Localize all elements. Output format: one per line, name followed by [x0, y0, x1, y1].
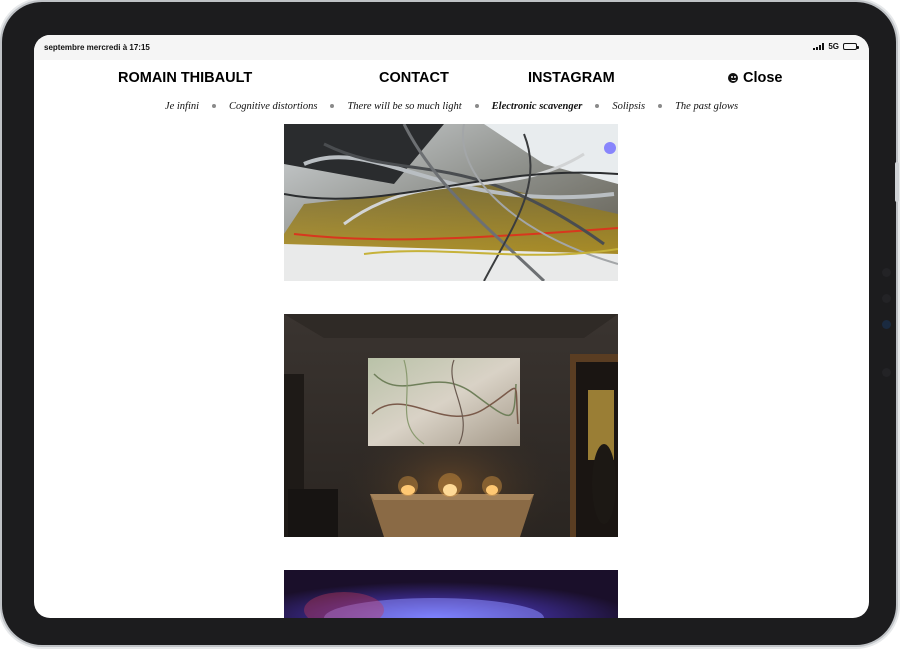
- separator-dot: [474, 104, 479, 108]
- gallery-image-blue-light[interactable]: [284, 570, 618, 618]
- sensor-dot: [882, 294, 891, 303]
- screen: septembre mercredi à 17:15 5G ROMAIN THI…: [34, 35, 869, 618]
- tablet-frame: septembre mercredi à 17:15 5G ROMAIN THI…: [2, 2, 899, 645]
- network-label: 5G: [828, 42, 839, 51]
- close-button[interactable]: Close: [728, 70, 783, 86]
- sensor-dot: [882, 268, 891, 277]
- camera-dot: [882, 320, 891, 329]
- project-link-je-infini[interactable]: Je infini: [165, 101, 199, 112]
- close-label: Close: [743, 70, 783, 86]
- gallery-image-installation-room[interactable]: [284, 314, 618, 537]
- separator-dot: [212, 104, 217, 108]
- project-nav: Je infini Cognitive distortions There wi…: [34, 97, 869, 115]
- gallery-image-cables[interactable]: [284, 124, 618, 281]
- blue-light-photo: [284, 570, 618, 618]
- installation-photo: [284, 314, 618, 537]
- volume-button: [895, 162, 899, 202]
- separator-dot: [595, 104, 600, 108]
- sensor-dot: [882, 368, 891, 377]
- cables-photo: [284, 124, 618, 281]
- project-link-cognitive-distortions[interactable]: Cognitive distortions: [229, 101, 317, 112]
- top-nav: ROMAIN THIBAULT CONTACT INSTAGRAM Close: [34, 61, 869, 95]
- status-right: 5G: [813, 42, 859, 51]
- instagram-link[interactable]: INSTAGRAM: [528, 70, 615, 86]
- smiley-icon: [728, 73, 738, 83]
- brand-link[interactable]: ROMAIN THIBAULT: [118, 70, 252, 86]
- project-link-the-past-glows[interactable]: The past glows: [675, 101, 738, 112]
- project-link-electronic-scavenger[interactable]: Electronic scavenger: [492, 101, 583, 112]
- project-link-there-will-be-so-much-light[interactable]: There will be so much light: [347, 101, 461, 112]
- separator-dot: [330, 104, 335, 108]
- status-time: septembre mercredi à 17:15: [44, 43, 150, 52]
- contact-link[interactable]: CONTACT: [379, 70, 449, 86]
- separator-dot: [658, 104, 663, 108]
- project-link-solipsis[interactable]: Solipsis: [612, 101, 645, 112]
- status-bar: septembre mercredi à 17:15 5G: [34, 35, 869, 60]
- signal-icon: [813, 43, 825, 50]
- battery-icon: [843, 43, 859, 50]
